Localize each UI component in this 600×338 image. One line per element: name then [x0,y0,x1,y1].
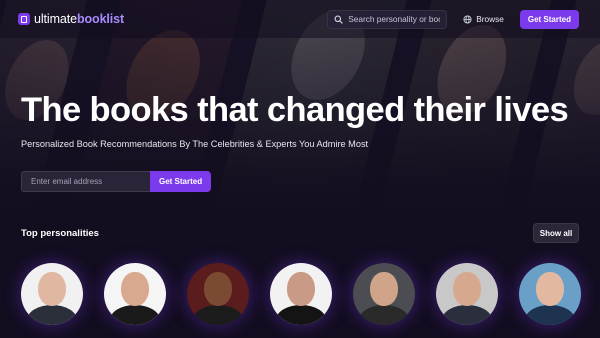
logo[interactable]: ultimatebooklist [18,12,124,26]
personality-avatar[interactable] [270,263,332,325]
hero-get-started-button[interactable]: Get Started [150,171,212,192]
top-personalities-heading: Top personalities [21,228,99,239]
hero-title: The books that changed their lives [21,91,569,129]
logo-text: ultimatebooklist [34,12,125,26]
book-logo-icon [18,13,30,25]
personality-avatar[interactable] [353,263,415,325]
personalities-row [21,263,581,325]
hero-subtitle: Personalized Book Recommendations By The… [21,139,369,149]
personality-avatar[interactable] [21,263,83,325]
search-box[interactable] [327,9,448,29]
browse-link[interactable]: Browse [463,14,504,24]
search-icon [334,14,343,24]
personality-avatar[interactable] [519,263,581,325]
personality-avatar[interactable] [104,263,166,325]
email-signup-form: Get Started [21,171,212,192]
globe-icon [463,14,472,24]
show-all-button[interactable]: Show all [533,223,579,243]
nav-get-started-button[interactable]: Get Started [519,9,579,29]
email-field[interactable] [21,171,150,192]
personality-avatar[interactable] [187,263,249,325]
search-input[interactable] [348,14,441,24]
personality-avatar[interactable] [436,263,498,325]
top-nav: ultimatebooklist Browse Get Started [0,0,600,38]
browse-label: Browse [476,14,504,24]
